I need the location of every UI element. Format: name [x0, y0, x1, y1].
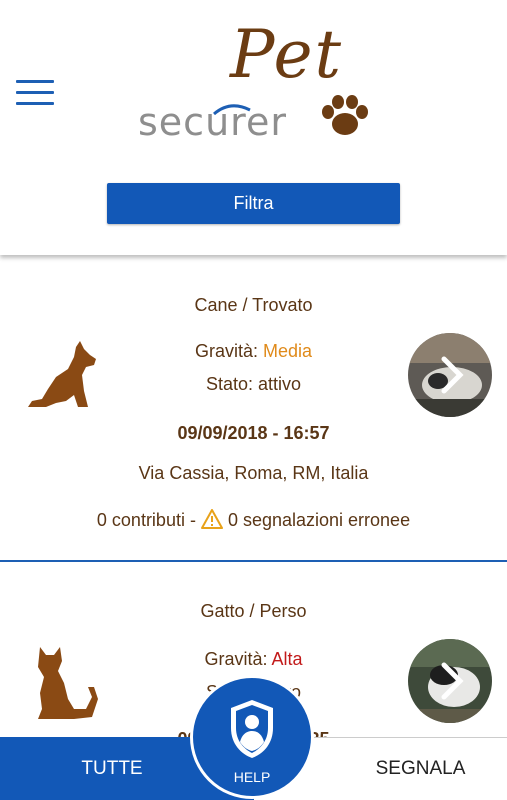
pet-securer-logo: Pet securer [134, 16, 374, 150]
logo-pet-text: Pet [230, 16, 344, 93]
gravity-value: Media [263, 341, 313, 361]
help-label: HELP [233, 769, 271, 785]
report-photo-thumbnail[interactable] [408, 639, 492, 723]
warning-icon [200, 509, 223, 529]
help-button[interactable]: HELP [190, 675, 314, 799]
report-photo-thumbnail[interactable] [408, 333, 492, 417]
chevron-right-icon [441, 662, 464, 700]
report-type-status: Gatto / Perso [200, 601, 307, 621]
gravity-label: Gravità: [204, 649, 272, 669]
filter-button[interactable]: Filtra [107, 183, 400, 224]
gravity-value: Alta [271, 649, 303, 669]
report-datetime: 09/09/2018 - 16:57 [177, 423, 330, 443]
report-counters: 0 contributi - 0 segnalazioni erronee [0, 509, 507, 531]
report-address: Via Cassia, Roma, RM, Italia [138, 463, 369, 483]
wrong-reports-count: 0 segnalazioni erronee [222, 510, 411, 530]
report-type-status: Cane / Trovato [194, 295, 313, 315]
shield-user-icon [231, 700, 273, 758]
chevron-right-icon [441, 356, 464, 394]
logo-securer-text: securer [138, 100, 287, 144]
menu-icon[interactable] [16, 78, 54, 106]
gravity-label: Gravità: [194, 341, 263, 361]
contributions-count: 0 contributi - [96, 510, 201, 530]
app-header: Pet securer Filtra [0, 0, 507, 255]
report-card[interactable]: Cane / Trovato Gravità: Media Stato: att… [0, 257, 507, 562]
paw-icon [322, 95, 368, 135]
